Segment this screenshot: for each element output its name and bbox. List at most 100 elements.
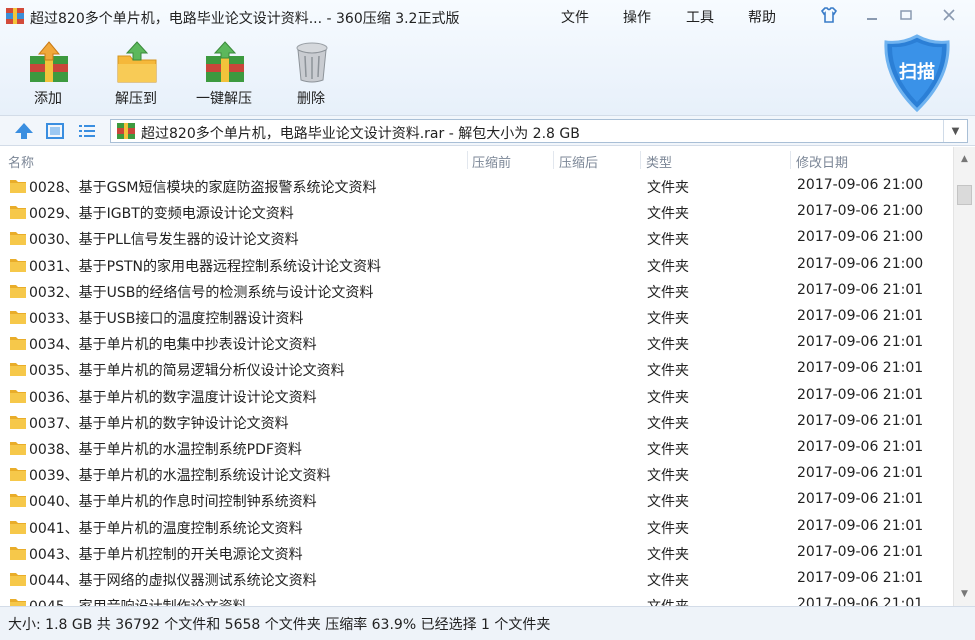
archive-icon [117, 123, 135, 139]
up-arrow-icon[interactable] [14, 121, 34, 141]
file-name: 0045、家用音响设计制作论文资料 [29, 596, 247, 606]
extract-to-label: 解压到 [115, 91, 157, 107]
table-row[interactable]: 0032、基于USB的经络信号的检测系统与设计论文资料 文件夹 2017-09-06… [0, 278, 953, 304]
folder-icon [10, 311, 26, 324]
scan-button[interactable]: 扫描 [882, 34, 952, 112]
list-header: 名称 压缩前 压缩后 类型 修改日期 [0, 147, 953, 173]
file-modified-date: 2017-09-06 21:01 [797, 360, 924, 377]
table-row[interactable]: 0033、基于USB接口的温度控制器设计资料 文件夹 2017-09-06 21:0… [0, 304, 953, 330]
maximize-icon[interactable] [893, 4, 919, 26]
list-view-icon[interactable] [77, 121, 97, 141]
table-row[interactable]: 0028、基于GSM短信模块的家庭防盗报警系统论文资料 文件夹 2017-09-06… [0, 173, 953, 199]
scrollbar-thumb[interactable] [957, 185, 972, 205]
folder-icon [10, 258, 26, 272]
folder-icon [10, 494, 26, 508]
folder-icon [10, 206, 26, 220]
vertical-scrollbar[interactable]: ▲ ▼ [953, 147, 975, 606]
folder-icon [10, 468, 26, 482]
table-row[interactable]: 0044、基于网络的虚拟仪器测试系统论文资料 文件夹 2017-09-06 21:0… [0, 566, 953, 592]
menu-tools[interactable]: 工具 [686, 7, 714, 27]
table-row[interactable]: 0029、基于IGBT的变频电源设计论文资料 文件夹 2017-09-06 21:0… [0, 199, 953, 225]
file-type: 文件夹 [647, 389, 689, 406]
file-list: 0028、基于GSM短信模块的家庭防盗报警系统论文资料 文件夹 2017-09-06… [0, 173, 953, 606]
top-toolbar-area: 超过820多个单片机，电路毕业论文设计资料... - 360压缩 3.2正式版 … [0, 0, 975, 116]
folder-icon [10, 284, 26, 298]
column-compressed-before[interactable]: 压缩前 [472, 152, 511, 171]
delete-button[interactable]: 删除 [279, 36, 343, 108]
table-row[interactable]: 0039、基于单片机的水温控制系统设计论文资料 文件夹 2017-09-06 21:… [0, 461, 953, 487]
column-modified[interactable]: 修改日期 [796, 152, 848, 171]
folder-icon [10, 363, 26, 377]
add-archive-icon [30, 41, 68, 82]
file-type: 文件夹 [647, 520, 689, 537]
thumbnail-view-icon[interactable] [45, 121, 65, 141]
menu-help[interactable]: 帮助 [748, 7, 776, 27]
folder-icon [10, 573, 26, 586]
folder-icon [10, 389, 26, 403]
column-divider [553, 151, 554, 169]
file-name: 0034、基于单片机的电集中抄表设计论文资料 [29, 337, 317, 354]
file-modified-date: 2017-09-06 21:01 [797, 517, 924, 534]
file-type: 文件夹 [647, 258, 689, 275]
file-name: 0035、基于单片机的简易逻辑分析仪设计论文资料 [29, 363, 345, 380]
column-divider [467, 151, 468, 169]
skin-icon[interactable] [816, 4, 842, 26]
menu-operation[interactable]: 操作 [623, 7, 651, 27]
file-type: 文件夹 [647, 232, 689, 249]
scroll-up-icon[interactable]: ▲ [954, 149, 975, 169]
file-name: 0031、基于PSTN的家用电器远程控制系统设计论文资料 [29, 258, 381, 275]
folder-icon [10, 415, 26, 429]
one-click-extract-button[interactable]: 一键解压 [192, 36, 256, 108]
file-name: 0029、基于IGBT的变频电源设计论文资料 [29, 206, 294, 223]
add-button[interactable]: 添加 [16, 36, 80, 108]
column-name[interactable]: 名称 [8, 152, 34, 171]
file-name: 0037、基于单片机的数字钟设计论文资料 [29, 415, 289, 432]
table-row[interactable]: 0034、基于单片机的电集中抄表设计论文资料 文件夹 2017-09-06 21:0… [0, 330, 953, 356]
file-modified-date: 2017-09-06 21:01 [797, 281, 924, 298]
file-type: 文件夹 [647, 442, 689, 458]
table-row[interactable]: 0043、基于单片机控制的开关电源论文资料 文件夹 2017-09-06 21:01 [0, 540, 953, 566]
table-row[interactable]: 0037、基于单片机的数字钟设计论文资料 文件夹 2017-09-06 21:01 [0, 409, 953, 435]
file-modified-date: 2017-09-06 21:00 [797, 255, 924, 272]
table-row[interactable]: 0030、基于PLL信号发生器的设计论文资料 文件夹 2017-09-06 21:0… [0, 225, 953, 251]
table-row[interactable]: 0041、基于单片机的温度控制系统论文资料 文件夹 2017-09-06 21:01 [0, 514, 953, 540]
table-row[interactable]: 0031、基于PSTN的家用电器远程控制系统设计论文资料 文件夹 2017-09-0… [0, 252, 953, 278]
table-row[interactable]: 0045、家用音响设计制作论文资料 文件夹 2017-09-06 21:01 [0, 592, 953, 606]
path-field[interactable]: 超过820多个单片机，电路毕业论文设计资料.rar - 解包大小为 2.8 GB… [110, 119, 968, 143]
file-type: 文件夹 [647, 363, 689, 380]
file-name: 0039、基于单片机的水温控制系统设计论文资料 [29, 468, 331, 485]
column-type[interactable]: 类型 [646, 152, 672, 171]
menu-file[interactable]: 文件 [561, 7, 589, 27]
table-row[interactable]: 0038、基于单片机的水温控制系统PDF资料 文件夹 2017-09-06 21:0… [0, 435, 953, 461]
table-row[interactable]: 0036、基于单片机的数字温度计设计论文资料 文件夹 2017-09-06 21:0… [0, 383, 953, 409]
file-type: 文件夹 [647, 337, 689, 354]
one-click-extract-label: 一键解压 [196, 91, 252, 107]
chevron-down-icon[interactable]: ▼ [943, 120, 967, 142]
folder-icon [10, 180, 26, 193]
file-type: 文件夹 [647, 311, 689, 327]
extract-folder-icon [117, 41, 157, 83]
file-modified-date: 2017-09-06 21:01 [797, 491, 924, 508]
file-type: 文件夹 [647, 468, 689, 485]
file-name: 0030、基于PLL信号发生器的设计论文资料 [29, 232, 299, 249]
file-name: 0040、基于单片机的作息时间控制钟系统资料 [29, 494, 317, 511]
add-label: 添加 [34, 91, 62, 107]
file-type: 文件夹 [647, 206, 689, 223]
file-type: 文件夹 [647, 596, 689, 606]
table-row[interactable]: 0040、基于单片机的作息时间控制钟系统资料 文件夹 2017-09-06 21:0… [0, 487, 953, 513]
folder-icon [10, 337, 26, 351]
table-row[interactable]: 0035、基于单片机的简易逻辑分析仪设计论文资料 文件夹 2017-09-06 21… [0, 356, 953, 382]
close-icon[interactable] [936, 4, 962, 26]
column-divider [640, 151, 641, 169]
scan-label: 扫描 [899, 62, 935, 83]
window-title: 超过820多个单片机，电路毕业论文设计资料... - 360压缩 3.2正式版 [30, 11, 460, 27]
minimize-icon[interactable] [859, 4, 885, 26]
file-type: 文件夹 [647, 573, 689, 589]
column-compressed-after[interactable]: 压缩后 [559, 152, 598, 171]
extract-to-button[interactable]: 解压到 [104, 36, 168, 108]
scroll-down-icon[interactable]: ▼ [954, 584, 975, 604]
delete-label: 删除 [297, 91, 325, 107]
trash-icon [296, 42, 328, 83]
file-name: 0032、基于USB的经络信号的检测系统与设计论文资料 [29, 284, 374, 301]
file-modified-date: 2017-09-06 21:01 [797, 543, 924, 560]
